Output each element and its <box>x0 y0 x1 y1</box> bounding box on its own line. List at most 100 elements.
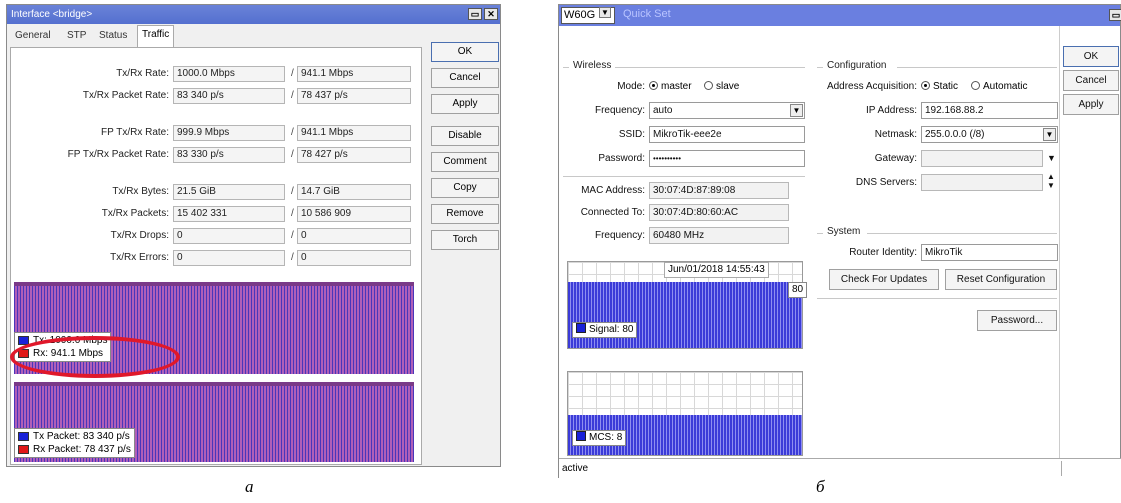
tx-packet-legend-item: Tx Packet: 83 340 p/s <box>18 430 131 443</box>
rx-value: 78 427 p/s <box>297 147 411 163</box>
rx-value: 941.1 Mbps <box>297 66 411 82</box>
apply-button[interactable]: Apply <box>1063 94 1119 115</box>
radio-label: slave <box>716 81 740 92</box>
spinner-icon[interactable]: ▲ ▼ <box>1047 172 1055 190</box>
cancel-button[interactable]: Cancel <box>431 68 499 88</box>
dns-servers-input[interactable] <box>921 174 1043 191</box>
frequency-label: Frequency: <box>594 105 645 116</box>
status-separator <box>1061 461 1062 476</box>
gateway-input[interactable] <box>921 150 1043 167</box>
mcs-legend-text: MCS: 8 <box>589 432 623 443</box>
mcs-swatch <box>576 431 586 441</box>
configuration-section-title: Configuration <box>827 60 887 71</box>
rx-packet-legend-item: Rx Packet: 78 437 p/s <box>18 443 131 456</box>
rx-value: 78 437 p/s <box>297 88 411 104</box>
rx-value: 0 <box>297 250 411 266</box>
quick-set-title: Quick Set <box>623 8 671 20</box>
frequency-select[interactable]: auto <box>649 102 805 119</box>
tab-status[interactable]: Status <box>95 27 131 47</box>
tx-value: 1000.0 Mbps <box>173 66 285 82</box>
tab-general[interactable]: General <box>11 27 55 47</box>
router-identity-input[interactable]: MikroTik <box>921 244 1058 261</box>
tx-value: 83 330 p/s <box>173 147 285 163</box>
tx-value: 83 340 p/s <box>173 88 285 104</box>
gateway-label: Gateway: <box>874 153 917 164</box>
reset-configuration-button[interactable]: Reset Configuration <box>945 269 1057 290</box>
quick-set-titlebar[interactable]: W60G ▼ Quick Set ▭ <box>559 5 1121 26</box>
interface-window-titlebar[interactable]: Interface <bridge> ▭ ✕ <box>7 5 500 24</box>
dns-servers-label: DNS Servers: <box>855 177 917 188</box>
status-text: active <box>562 463 589 474</box>
section-rule <box>817 233 823 234</box>
apply-button[interactable]: Apply <box>431 94 499 114</box>
tx-swatch <box>18 432 29 441</box>
mode-master-radio[interactable]: master <box>649 78 692 95</box>
graph-topline <box>14 282 414 286</box>
comment-button[interactable]: Comment <box>431 152 499 172</box>
chevron-down-icon[interactable]: ▼ <box>599 7 611 18</box>
disable-button[interactable]: Disable <box>431 126 499 146</box>
acq-automatic-radio[interactable]: Automatic <box>971 78 1027 95</box>
signal-value-tag: 80 <box>788 282 808 298</box>
ok-button[interactable]: OK <box>431 42 499 62</box>
row-label: Tx/Rx Packet Rate: <box>82 90 169 101</box>
ip-address-input[interactable]: 192.168.88.2 <box>921 102 1058 119</box>
address-acquisition-label: Address Acquisition: <box>826 81 917 92</box>
mode-slave-radio[interactable]: slave <box>704 78 739 95</box>
packet-legend: Tx Packet: 83 340 p/s Rx Packet: 78 437 … <box>14 428 135 458</box>
restore-icon[interactable]: ▭ <box>468 8 482 20</box>
cancel-button[interactable]: Cancel <box>1063 70 1119 91</box>
slash: / <box>291 149 294 160</box>
acq-static-radio[interactable]: Static <box>921 78 958 95</box>
password-input[interactable]: •••••••••• <box>649 150 805 167</box>
copy-button[interactable]: Copy <box>431 178 499 198</box>
rx-swatch <box>18 445 29 454</box>
radio-label: Static <box>933 81 959 92</box>
ok-button[interactable]: OK <box>1063 46 1119 67</box>
mode-label: Mode: <box>617 81 645 92</box>
tx-value: 0 <box>173 228 285 244</box>
slash: / <box>291 68 294 79</box>
netmask-select[interactable]: 255.0.0.0 (/8) <box>921 126 1058 143</box>
close-icon[interactable]: ✕ <box>484 8 498 20</box>
frequency2-label: Frequency: <box>594 230 645 241</box>
signal-graph: Jun/01/2018 14:55:43 80 Signal: 80 <box>567 261 808 349</box>
mcs-legend: MCS: 8 <box>572 430 627 446</box>
radio-label: Automatic <box>983 81 1028 92</box>
ssid-label: SSID: <box>618 129 645 140</box>
ssid-input[interactable]: MikroTik-eee2e <box>649 126 805 143</box>
check-for-updates-button[interactable]: Check For Updates <box>829 269 939 290</box>
tx-value: 0 <box>173 250 285 266</box>
section-rule <box>817 298 1057 299</box>
chevron-down-icon[interactable]: ▼ <box>1047 153 1056 163</box>
row-label: Tx/Rx Errors: <box>110 252 169 263</box>
slash: / <box>291 127 294 138</box>
graph-topline <box>14 382 414 386</box>
row-label: Tx/Rx Rate: <box>116 68 169 79</box>
mcs-graph: MCS: 8 <box>567 371 803 456</box>
quick-set-window: W60G ▼ Quick Set ▭ Wireless Mode: master… <box>558 4 1121 478</box>
interface-window-title: Interface <bridge> <box>11 9 93 20</box>
radio-dot <box>971 81 980 90</box>
connected-to-value: 30:07:4D:80:60:AC <box>649 204 789 221</box>
tab-traffic[interactable]: Traffic <box>137 25 175 47</box>
row-label: Tx/Rx Bytes: <box>112 186 169 197</box>
quick-set-body: Wireless Mode: master slave Frequency: a… <box>559 26 1060 458</box>
restore-icon[interactable]: ▭ <box>1109 9 1121 21</box>
section-rule <box>897 67 1057 68</box>
tab-stp[interactable]: STP <box>63 27 90 47</box>
signal-timestamp: Jun/01/2018 14:55:43 <box>664 262 769 278</box>
ip-address-label: IP Address: <box>866 105 917 116</box>
remove-button[interactable]: Remove <box>431 204 499 224</box>
rx-packet-legend-text: Rx Packet: 78 437 p/s <box>33 444 131 455</box>
tx-value: 21.5 GiB <box>173 184 285 200</box>
password-button[interactable]: Password... <box>977 310 1057 331</box>
netmask-label: Netmask: <box>874 129 917 140</box>
radio-dot <box>704 81 713 90</box>
chevron-down-icon[interactable]: ▼ <box>1043 128 1056 141</box>
signal-legend-text: Signal: 80 <box>589 324 634 335</box>
section-rule <box>563 67 569 68</box>
torch-button[interactable]: Torch <box>431 230 499 250</box>
chevron-down-icon[interactable]: ▼ <box>790 104 803 117</box>
radio-dot <box>921 81 930 90</box>
